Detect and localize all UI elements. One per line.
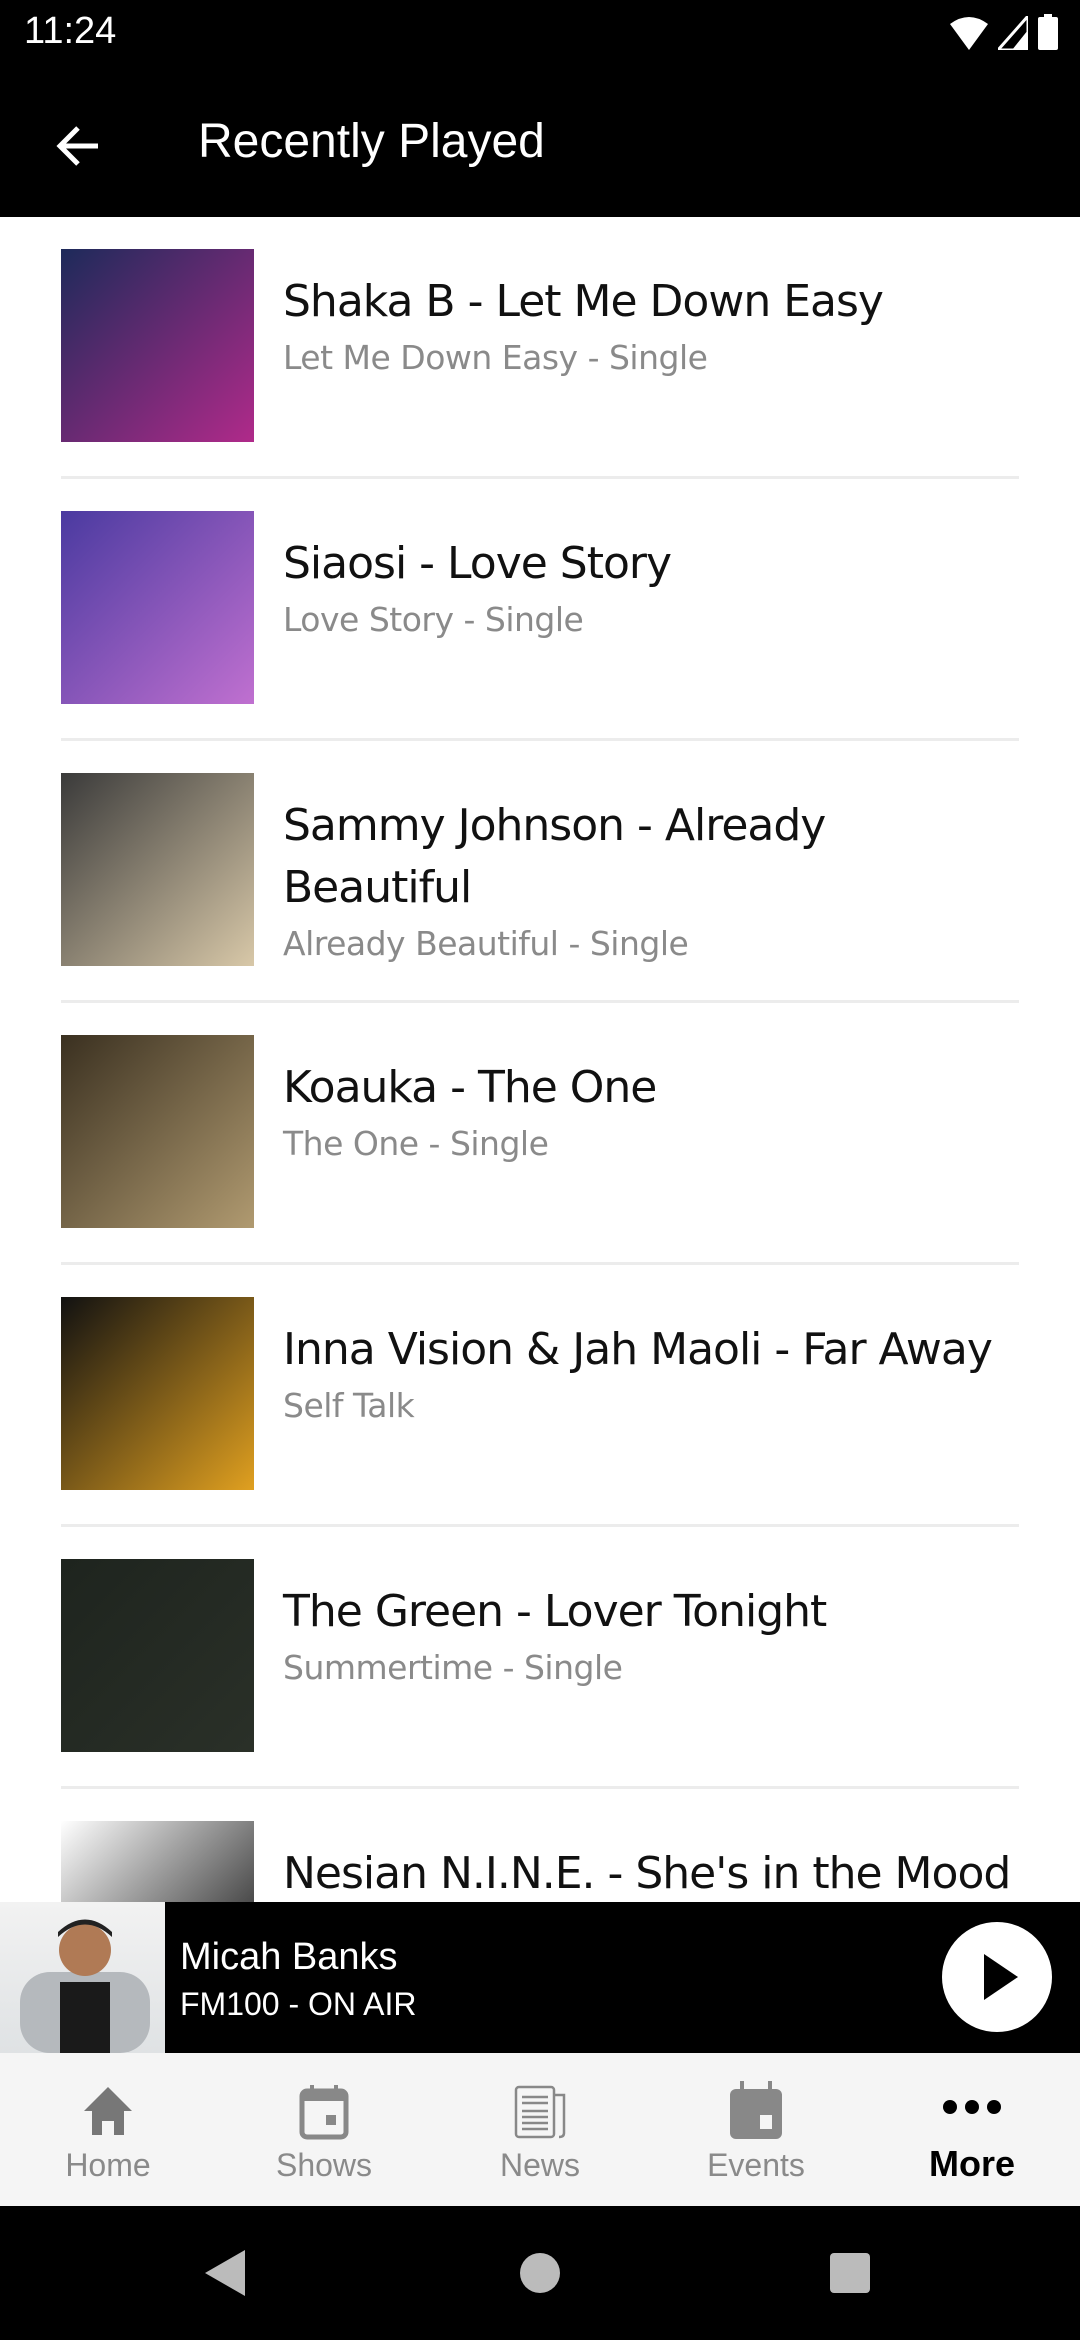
calendar-icon (730, 2081, 782, 2139)
tab-news[interactable]: News (432, 2053, 648, 2206)
wifi-icon (950, 17, 988, 50)
battery-icon (1038, 14, 1058, 50)
track-subtitle: The One - Single (283, 1124, 549, 1163)
app-bar: Recently Played (0, 72, 1080, 217)
tab-events[interactable]: Events (648, 2053, 864, 2206)
status-time: 11:24 (24, 10, 117, 52)
album-art (61, 773, 254, 966)
track-row[interactable]: Shaka B - Let Me Down Easy Let Me Down Ea… (0, 217, 1080, 479)
album-art (61, 511, 254, 704)
host-photo (0, 1902, 165, 2053)
tab-home[interactable]: Home (0, 2053, 216, 2206)
track-subtitle: Let Me Down Easy - Single (283, 338, 708, 377)
track-title-text: Koauka - The One (283, 1062, 657, 1113)
tab-label: News (499, 2147, 580, 2183)
track-row[interactable]: Sammy Johnson - Already Beautiful Already… (0, 741, 1080, 1003)
system-back-icon[interactable] (205, 2250, 245, 2296)
tab-label: Events (707, 2147, 805, 2183)
track-subtitle: Self Talk (283, 1386, 415, 1425)
more-dots-icon (943, 2100, 1001, 2114)
track-subtitle: Summertime - Single (283, 1648, 623, 1687)
system-home-icon[interactable] (519, 2252, 561, 2294)
track-row[interactable]: Siaosi - Love Story Love Story - Single (0, 479, 1080, 741)
track-title: Nesian N.I.N.E. - She's in the Mood (283, 1843, 1023, 1902)
signal-icon (998, 16, 1028, 50)
tab-label: Home (65, 2147, 151, 2183)
track-title-text: Sammy Johnson - Already Beautiful (283, 800, 826, 913)
play-icon (984, 1954, 1018, 2000)
player-station: FM100 - ON AIR (180, 1986, 417, 2022)
track-title: Koauka - The One The One - Single (283, 1057, 1023, 1169)
album-art (61, 249, 254, 442)
album-art (61, 1559, 254, 1752)
play-button[interactable] (942, 1922, 1052, 2032)
newspaper-icon (514, 2085, 566, 2139)
track-title: Inna Vision & Jah Maoli - Far Away Self T… (283, 1319, 1023, 1431)
track-title: The Green - Lover Tonight Summertime - Si… (283, 1581, 1023, 1693)
album-art (61, 1821, 254, 1902)
player-host-name: Micah Banks (180, 1936, 398, 1978)
tab-shows[interactable]: Shows (216, 2053, 432, 2206)
track-subtitle: Love Story - Single (283, 600, 584, 639)
track-row[interactable]: Nesian N.I.N.E. - She's in the Mood (0, 1789, 1080, 1902)
album-art (61, 1035, 254, 1228)
calendar-icon (299, 2085, 349, 2140)
track-title-text: The Green - Lover Tonight (283, 1586, 827, 1637)
track-title-text: Inna Vision & Jah Maoli - Far Away (283, 1324, 993, 1375)
tab-more[interactable]: More (864, 2053, 1080, 2206)
track-title-text: Siaosi - Love Story (283, 538, 672, 589)
recently-played-list[interactable]: Shaka B - Let Me Down Easy Let Me Down Ea… (0, 217, 1080, 1902)
track-title: Sammy Johnson - Already Beautiful Already… (283, 795, 1023, 969)
track-title: Siaosi - Love Story Love Story - Single (283, 533, 1023, 645)
track-row[interactable]: The Green - Lover Tonight Summertime - Si… (0, 1527, 1080, 1789)
arrow-left-icon[interactable] (50, 116, 110, 176)
track-title: Shaka B - Let Me Down Easy Let Me Down Ea… (283, 271, 1023, 383)
track-title-text: Shaka B - Let Me Down Easy (283, 276, 884, 327)
track-row[interactable]: Koauka - The One The One - Single (0, 1003, 1080, 1265)
tab-label: More (928, 2143, 1015, 2184)
system-navigation-bar (0, 2206, 1080, 2340)
track-subtitle: Already Beautiful - Single (283, 924, 689, 963)
page-title: Recently Played (198, 115, 545, 168)
system-recents-icon[interactable] (830, 2253, 870, 2293)
home-icon (84, 2087, 132, 2135)
tab-label: Shows (275, 2147, 373, 2183)
track-row[interactable]: Inna Vision & Jah Maoli - Far Away Self T… (0, 1265, 1080, 1527)
mini-player[interactable]: Micah Banks FM100 - ON AIR (0, 1902, 1080, 2053)
status-bar: 11:24 (0, 0, 1080, 72)
track-title-text: Nesian N.I.N.E. - She's in the Mood (283, 1848, 1011, 1899)
album-art (61, 1297, 254, 1490)
bottom-navigation: Home Shows News Events More (0, 2053, 1080, 2206)
